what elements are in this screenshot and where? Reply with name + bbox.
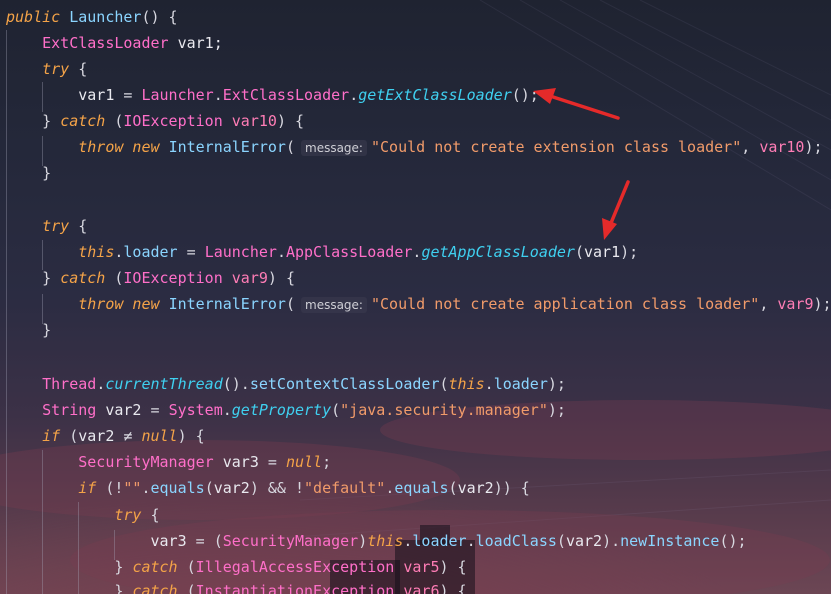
red-arrow-icon xyxy=(533,88,620,120)
annotation-layer xyxy=(533,88,630,240)
red-arrow-icon xyxy=(602,180,630,240)
